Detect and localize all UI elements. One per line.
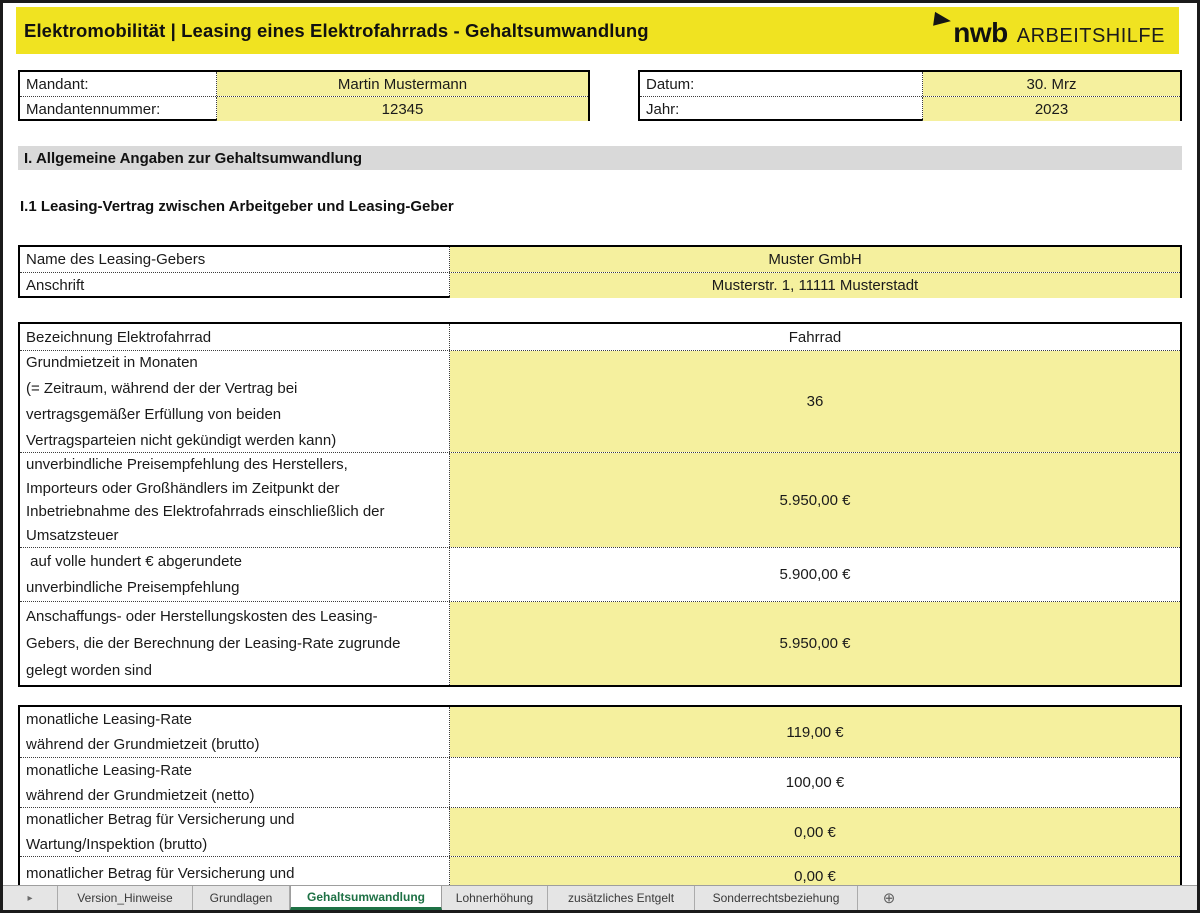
preisempfehlung-label: unverbindliche Preisempfehlung des Herst… bbox=[20, 453, 450, 547]
mandant-label: Mandant: bbox=[20, 72, 217, 96]
sheet-tab-bar: ▸ Version_Hinweise Grundlagen Gehaltsumw… bbox=[3, 885, 1197, 910]
tab-zusaetzliches-entgelt[interactable]: zusätzliches Entgelt bbox=[548, 886, 695, 910]
bike-details-table: Bezeichnung Elektrofahrrad Fahrrad Grund… bbox=[18, 322, 1182, 687]
table-row: Anschaffungs- oder Herstellungskosten de… bbox=[20, 602, 1180, 685]
versicherung-brutto-label: monatlicher Betrag für Versicherung und … bbox=[20, 808, 450, 856]
sheet-nav-right-icon[interactable]: ▸ bbox=[3, 886, 58, 910]
leasing-geber-name-label: Name des Leasing-Gebers bbox=[20, 247, 450, 272]
subsection-heading: I.1 Leasing-Vertrag zwischen Arbeitgeber… bbox=[20, 198, 454, 215]
leasing-geber-name-cell[interactable]: Muster GmbH bbox=[450, 247, 1180, 272]
table-row: auf volle hundert € abgerundete unverbin… bbox=[20, 548, 1180, 602]
grundmietzeit-cell[interactable]: 36 bbox=[450, 351, 1180, 452]
leasing-rate-brutto-label: monatliche Leasing-Rate während der Grun… bbox=[20, 707, 450, 757]
section-heading: I. Allgemeine Angaben zur Gehaltsumwandl… bbox=[18, 146, 1182, 170]
table-row: monatlicher Betrag für Versicherung und … bbox=[20, 857, 1180, 886]
mandantennummer-label: Mandantennummer: bbox=[20, 97, 217, 121]
abgerundete-preisempfehlung-label: auf volle hundert € abgerundete unverbin… bbox=[20, 548, 450, 601]
table-row: Name des Leasing-Gebers Muster GmbH bbox=[20, 247, 1180, 273]
nwb-logo: nwb ARBEITSHILFE bbox=[934, 7, 1165, 54]
table-row: monatlicher Betrag für Versicherung und … bbox=[20, 808, 1180, 857]
worksheet: Elektromobilität | Leasing eines Elektro… bbox=[0, 0, 1200, 913]
table-row: unverbindliche Preisempfehlung des Herst… bbox=[20, 453, 1180, 548]
versicherung-brutto-cell[interactable]: 0,00 € bbox=[450, 808, 1180, 856]
table-row: Bezeichnung Elektrofahrrad Fahrrad bbox=[20, 324, 1180, 351]
leasing-rate-netto-cell: 100,00 € bbox=[450, 758, 1180, 807]
tab-lohnerhoehung[interactable]: Lohnerhöhung bbox=[442, 886, 548, 910]
nwb-triangle-icon bbox=[933, 12, 952, 28]
tab-version-hinweise[interactable]: Version_Hinweise bbox=[58, 886, 193, 910]
mandant-value-cell[interactable]: Martin Mustermann bbox=[217, 72, 588, 96]
preisempfehlung-cell[interactable]: 5.950,00 € bbox=[450, 453, 1180, 547]
tab-grundlagen[interactable]: Grundlagen bbox=[193, 886, 290, 910]
tab-gehaltsumwandlung[interactable]: Gehaltsumwandlung bbox=[290, 886, 442, 910]
anschaffungskosten-label: Anschaffungs- oder Herstellungskosten de… bbox=[20, 602, 450, 685]
jahr-label: Jahr: bbox=[640, 97, 923, 121]
leasing-rate-netto-label: monatliche Leasing-Rate während der Grun… bbox=[20, 758, 450, 807]
leasing-geber-table: Name des Leasing-Gebers Muster GmbH Ansc… bbox=[18, 245, 1182, 298]
anschaffungskosten-cell[interactable]: 5.950,00 € bbox=[450, 602, 1180, 685]
anschrift-cell[interactable]: Musterstr. 1, 11111 Musterstadt bbox=[450, 273, 1180, 298]
nwb-suffix-text: ARBEITSHILFE bbox=[1017, 26, 1165, 47]
tab-sonderrechtsbeziehung[interactable]: Sonderrechtsbeziehung bbox=[695, 886, 858, 910]
datum-label: Datum: bbox=[640, 72, 923, 96]
leasing-rate-brutto-cell[interactable]: 119,00 € bbox=[450, 707, 1180, 757]
table-row: Datum: 30. Mrz bbox=[640, 72, 1180, 97]
anschrift-label: Anschrift bbox=[20, 273, 450, 298]
nwb-brand-text: nwb bbox=[953, 19, 1008, 47]
bezeichnung-cell: Fahrrad bbox=[450, 324, 1180, 350]
table-row: monatliche Leasing-Rate während der Grun… bbox=[20, 758, 1180, 808]
versicherung-netto-label: monatlicher Betrag für Versicherung und … bbox=[20, 857, 450, 886]
table-row: monatliche Leasing-Rate während der Grun… bbox=[20, 707, 1180, 758]
versicherung-netto-cell[interactable]: 0,00 € bbox=[450, 857, 1180, 886]
page-title: Elektromobilität | Leasing eines Elektro… bbox=[16, 20, 649, 42]
leasing-rates-table: monatliche Leasing-Rate während der Grun… bbox=[18, 705, 1182, 886]
table-row: Anschrift Musterstr. 1, 11111 Musterstad… bbox=[20, 273, 1180, 298]
table-row: Grundmietzeit in Monaten (= Zeitraum, wä… bbox=[20, 351, 1180, 453]
table-row: Jahr: 2023 bbox=[640, 97, 1180, 121]
date-meta-table: Datum: 30. Mrz Jahr: 2023 bbox=[638, 70, 1182, 121]
datum-value-cell[interactable]: 30. Mrz bbox=[923, 72, 1180, 96]
bezeichnung-label: Bezeichnung Elektrofahrrad bbox=[20, 324, 450, 350]
add-sheet-icon[interactable]: ⊕ bbox=[858, 886, 920, 910]
title-band: Elektromobilität | Leasing eines Elektro… bbox=[16, 7, 1179, 54]
jahr-value-cell[interactable]: 2023 bbox=[923, 97, 1180, 121]
table-row: Mandantennummer: 12345 bbox=[20, 97, 588, 121]
client-meta-table: Mandant: Martin Mustermann Mandantennumm… bbox=[18, 70, 590, 121]
mandantennummer-value-cell[interactable]: 12345 bbox=[217, 97, 588, 121]
table-row: Mandant: Martin Mustermann bbox=[20, 72, 588, 97]
grundmietzeit-label: Grundmietzeit in Monaten (= Zeitraum, wä… bbox=[20, 351, 450, 452]
abgerundete-preisempfehlung-cell: 5.900,00 € bbox=[450, 548, 1180, 601]
